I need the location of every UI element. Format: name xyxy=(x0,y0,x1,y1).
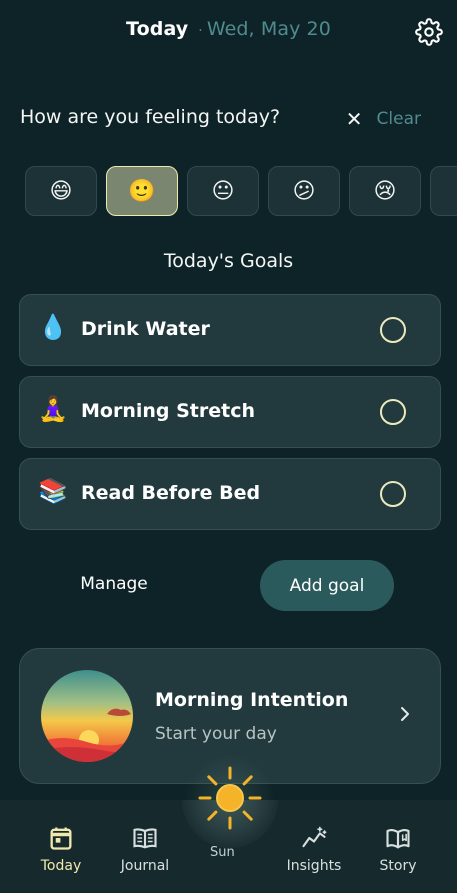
title-group: Today · Wed, May 20 xyxy=(0,18,457,40)
center-label: Sun xyxy=(210,845,235,860)
goal-item-morning-stretch[interactable]: 🧘‍♀️ Morning Stretch xyxy=(19,376,441,448)
nav-item-today[interactable]: Today xyxy=(21,824,101,874)
gear-icon[interactable] xyxy=(415,18,443,46)
book-icon xyxy=(133,828,157,849)
sad-emoji-icon: 😢 xyxy=(373,178,397,204)
sun-icon[interactable] xyxy=(198,766,262,830)
intention-subtitle: Start your day xyxy=(155,724,277,744)
nav-label-story: Story xyxy=(379,858,417,874)
goal-label: Drink Water xyxy=(81,318,210,340)
goal-item-drink-water[interactable]: 💧 Drink Water xyxy=(19,294,441,366)
goal-checkbox[interactable] xyxy=(380,399,406,425)
add-goal-button[interactable]: Add goal xyxy=(260,560,394,611)
nav-item-story[interactable]: Story xyxy=(358,824,438,874)
feeling-row: How are you feeling today? ✕ Clear xyxy=(20,104,421,134)
chevron-right-icon xyxy=(401,707,409,721)
manage-button[interactable]: Manage xyxy=(76,574,152,600)
page-date: Wed, May 20 xyxy=(206,18,331,40)
mood-unsure[interactable]: 😕 xyxy=(268,166,340,216)
very-happy-emoji-icon: 😄 xyxy=(49,178,73,204)
header: Today · Wed, May 20 xyxy=(0,14,457,50)
books-icon: 📚 xyxy=(38,477,68,505)
meditation-icon: 🧘‍♀️ xyxy=(38,395,68,423)
goal-checkbox[interactable] xyxy=(380,317,406,343)
open-book-icon xyxy=(386,829,410,849)
mood-more[interactable] xyxy=(430,166,457,216)
neutral-emoji-icon: 😐 xyxy=(211,178,235,204)
clear-button[interactable]: ✕ Clear xyxy=(346,104,421,134)
goals-title: Today's Goals xyxy=(163,250,294,272)
close-icon: ✕ xyxy=(345,107,363,131)
sunrise-illustration xyxy=(41,670,133,762)
intention-title: Morning Intention xyxy=(155,689,349,711)
nav-label-journal: Journal xyxy=(120,858,170,874)
clear-label: Clear xyxy=(376,109,421,129)
goal-checkbox[interactable] xyxy=(380,481,406,507)
page-title: Today xyxy=(126,18,189,40)
nav-item-journal[interactable]: Journal xyxy=(105,824,185,874)
calendar-icon xyxy=(50,827,72,850)
mood-selector: 😄 🙂 😐 😕 😢 xyxy=(25,166,457,216)
unsure-emoji-icon: 😕 xyxy=(292,178,316,204)
goal-item-read-before-bed[interactable]: 📚 Read Before Bed xyxy=(19,458,441,530)
title-separator: · xyxy=(198,23,203,39)
droplet-icon: 💧 xyxy=(38,313,68,341)
nav-label-today: Today xyxy=(40,858,82,874)
mood-very-happy[interactable]: 😄 xyxy=(25,166,97,216)
mood-sad[interactable]: 😢 xyxy=(349,166,421,216)
happy-emoji-icon: 🙂 xyxy=(128,178,156,204)
insights-icon xyxy=(302,826,327,848)
goal-label: Read Before Bed xyxy=(81,482,261,504)
feeling-question: How are you feeling today? xyxy=(20,106,281,128)
nav-item-insights[interactable]: Insights xyxy=(274,824,354,874)
nav-label-insights: Insights xyxy=(286,858,342,874)
mood-happy[interactable]: 🙂 xyxy=(106,166,178,216)
mood-neutral[interactable]: 😐 xyxy=(187,166,259,216)
goal-label: Morning Stretch xyxy=(81,400,256,422)
